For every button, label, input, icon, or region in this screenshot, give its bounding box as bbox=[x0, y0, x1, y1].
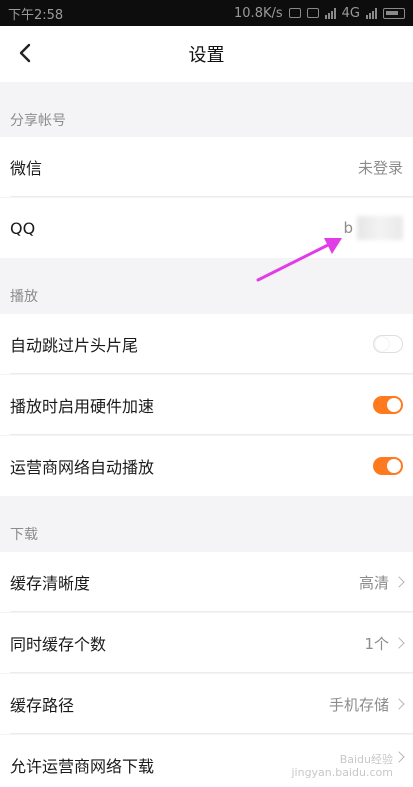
wechat-label: 微信 bbox=[10, 159, 43, 178]
cache-path-row[interactable]: 缓存路径 手机存储 bbox=[0, 674, 413, 734]
cache-clarity-value: 高清 bbox=[358, 573, 389, 592]
chevron-right-icon bbox=[393, 637, 405, 649]
alarm-icon bbox=[306, 8, 319, 18]
wechat-row[interactable]: 微信 未登录 bbox=[0, 137, 413, 197]
toggle-knob bbox=[387, 459, 401, 473]
cache-count-value: 1个 bbox=[364, 634, 389, 653]
qq-account: b bbox=[343, 216, 403, 240]
cache-count-value-wrap: 1个 bbox=[364, 633, 405, 654]
cache-count-label: 同时缓存个数 bbox=[10, 635, 107, 654]
watermark: Baidu经验 jingyan.baidu.com bbox=[291, 753, 393, 779]
nav-bar: 设置 bbox=[0, 26, 413, 82]
notification-icon bbox=[288, 8, 301, 18]
status-bar: 下午2:58 10.8K/s 4G bbox=[0, 0, 413, 26]
chevron-right-icon bbox=[393, 576, 405, 588]
annotation-arrow-icon bbox=[256, 238, 342, 282]
chevron-right-icon bbox=[393, 698, 405, 710]
network-speed: 10.8K/s bbox=[234, 5, 283, 21]
status-time: 下午2:58 bbox=[8, 7, 64, 23]
section-header-play: 播放 bbox=[0, 258, 413, 312]
status-icons: 10.8K/s 4G bbox=[234, 6, 405, 21]
qq-label: QQ bbox=[10, 218, 36, 238]
skip-intro-toggle[interactable] bbox=[373, 335, 403, 353]
carrier-autoplay-row: 运营商网络自动播放 bbox=[0, 436, 413, 496]
watermark-line-1: Baidu经验 bbox=[339, 752, 393, 766]
signal-icon-2 bbox=[366, 7, 377, 19]
network-type: 4G bbox=[341, 5, 360, 21]
hardware-accel-row: 播放时启用硬件加速 bbox=[0, 375, 413, 435]
blurred-account-mask bbox=[357, 216, 403, 240]
carrier-autoplay-toggle[interactable] bbox=[373, 457, 403, 475]
hardware-accel-label: 播放时启用硬件加速 bbox=[10, 397, 155, 416]
cache-count-row[interactable]: 同时缓存个数 1个 bbox=[0, 613, 413, 673]
skip-intro-row: 自动跳过片头片尾 bbox=[0, 314, 413, 374]
cache-path-value-wrap: 手机存储 bbox=[328, 694, 405, 715]
hardware-accel-toggle[interactable] bbox=[373, 396, 403, 414]
cache-path-label: 缓存路径 bbox=[10, 696, 75, 715]
cache-clarity-label: 缓存清晰度 bbox=[10, 574, 91, 593]
battery-icon bbox=[383, 7, 405, 19]
toggle-knob bbox=[375, 337, 389, 351]
qq-row[interactable]: QQ b bbox=[0, 198, 413, 258]
chevron-right-icon bbox=[393, 751, 405, 763]
carrier-download-label: 允许运营商网络下载 bbox=[10, 757, 155, 776]
back-button[interactable] bbox=[10, 38, 40, 68]
carrier-autoplay-label: 运营商网络自动播放 bbox=[10, 458, 155, 477]
cache-path-value: 手机存储 bbox=[328, 695, 389, 714]
cache-clarity-row[interactable]: 缓存清晰度 高清 bbox=[0, 552, 413, 612]
watermark-line-2: jingyan.baidu.com bbox=[291, 765, 393, 779]
page-title: 设置 bbox=[188, 45, 225, 66]
section-header-download: 下载 bbox=[0, 496, 413, 550]
wechat-status: 未登录 bbox=[357, 158, 403, 177]
toggle-knob bbox=[387, 398, 401, 412]
section-header-share: 分享帐号 bbox=[0, 82, 413, 136]
signal-icon bbox=[324, 7, 336, 19]
cache-clarity-value-wrap: 高清 bbox=[358, 572, 405, 593]
chevron-left-icon bbox=[19, 43, 31, 63]
skip-intro-label: 自动跳过片头片尾 bbox=[10, 336, 139, 355]
